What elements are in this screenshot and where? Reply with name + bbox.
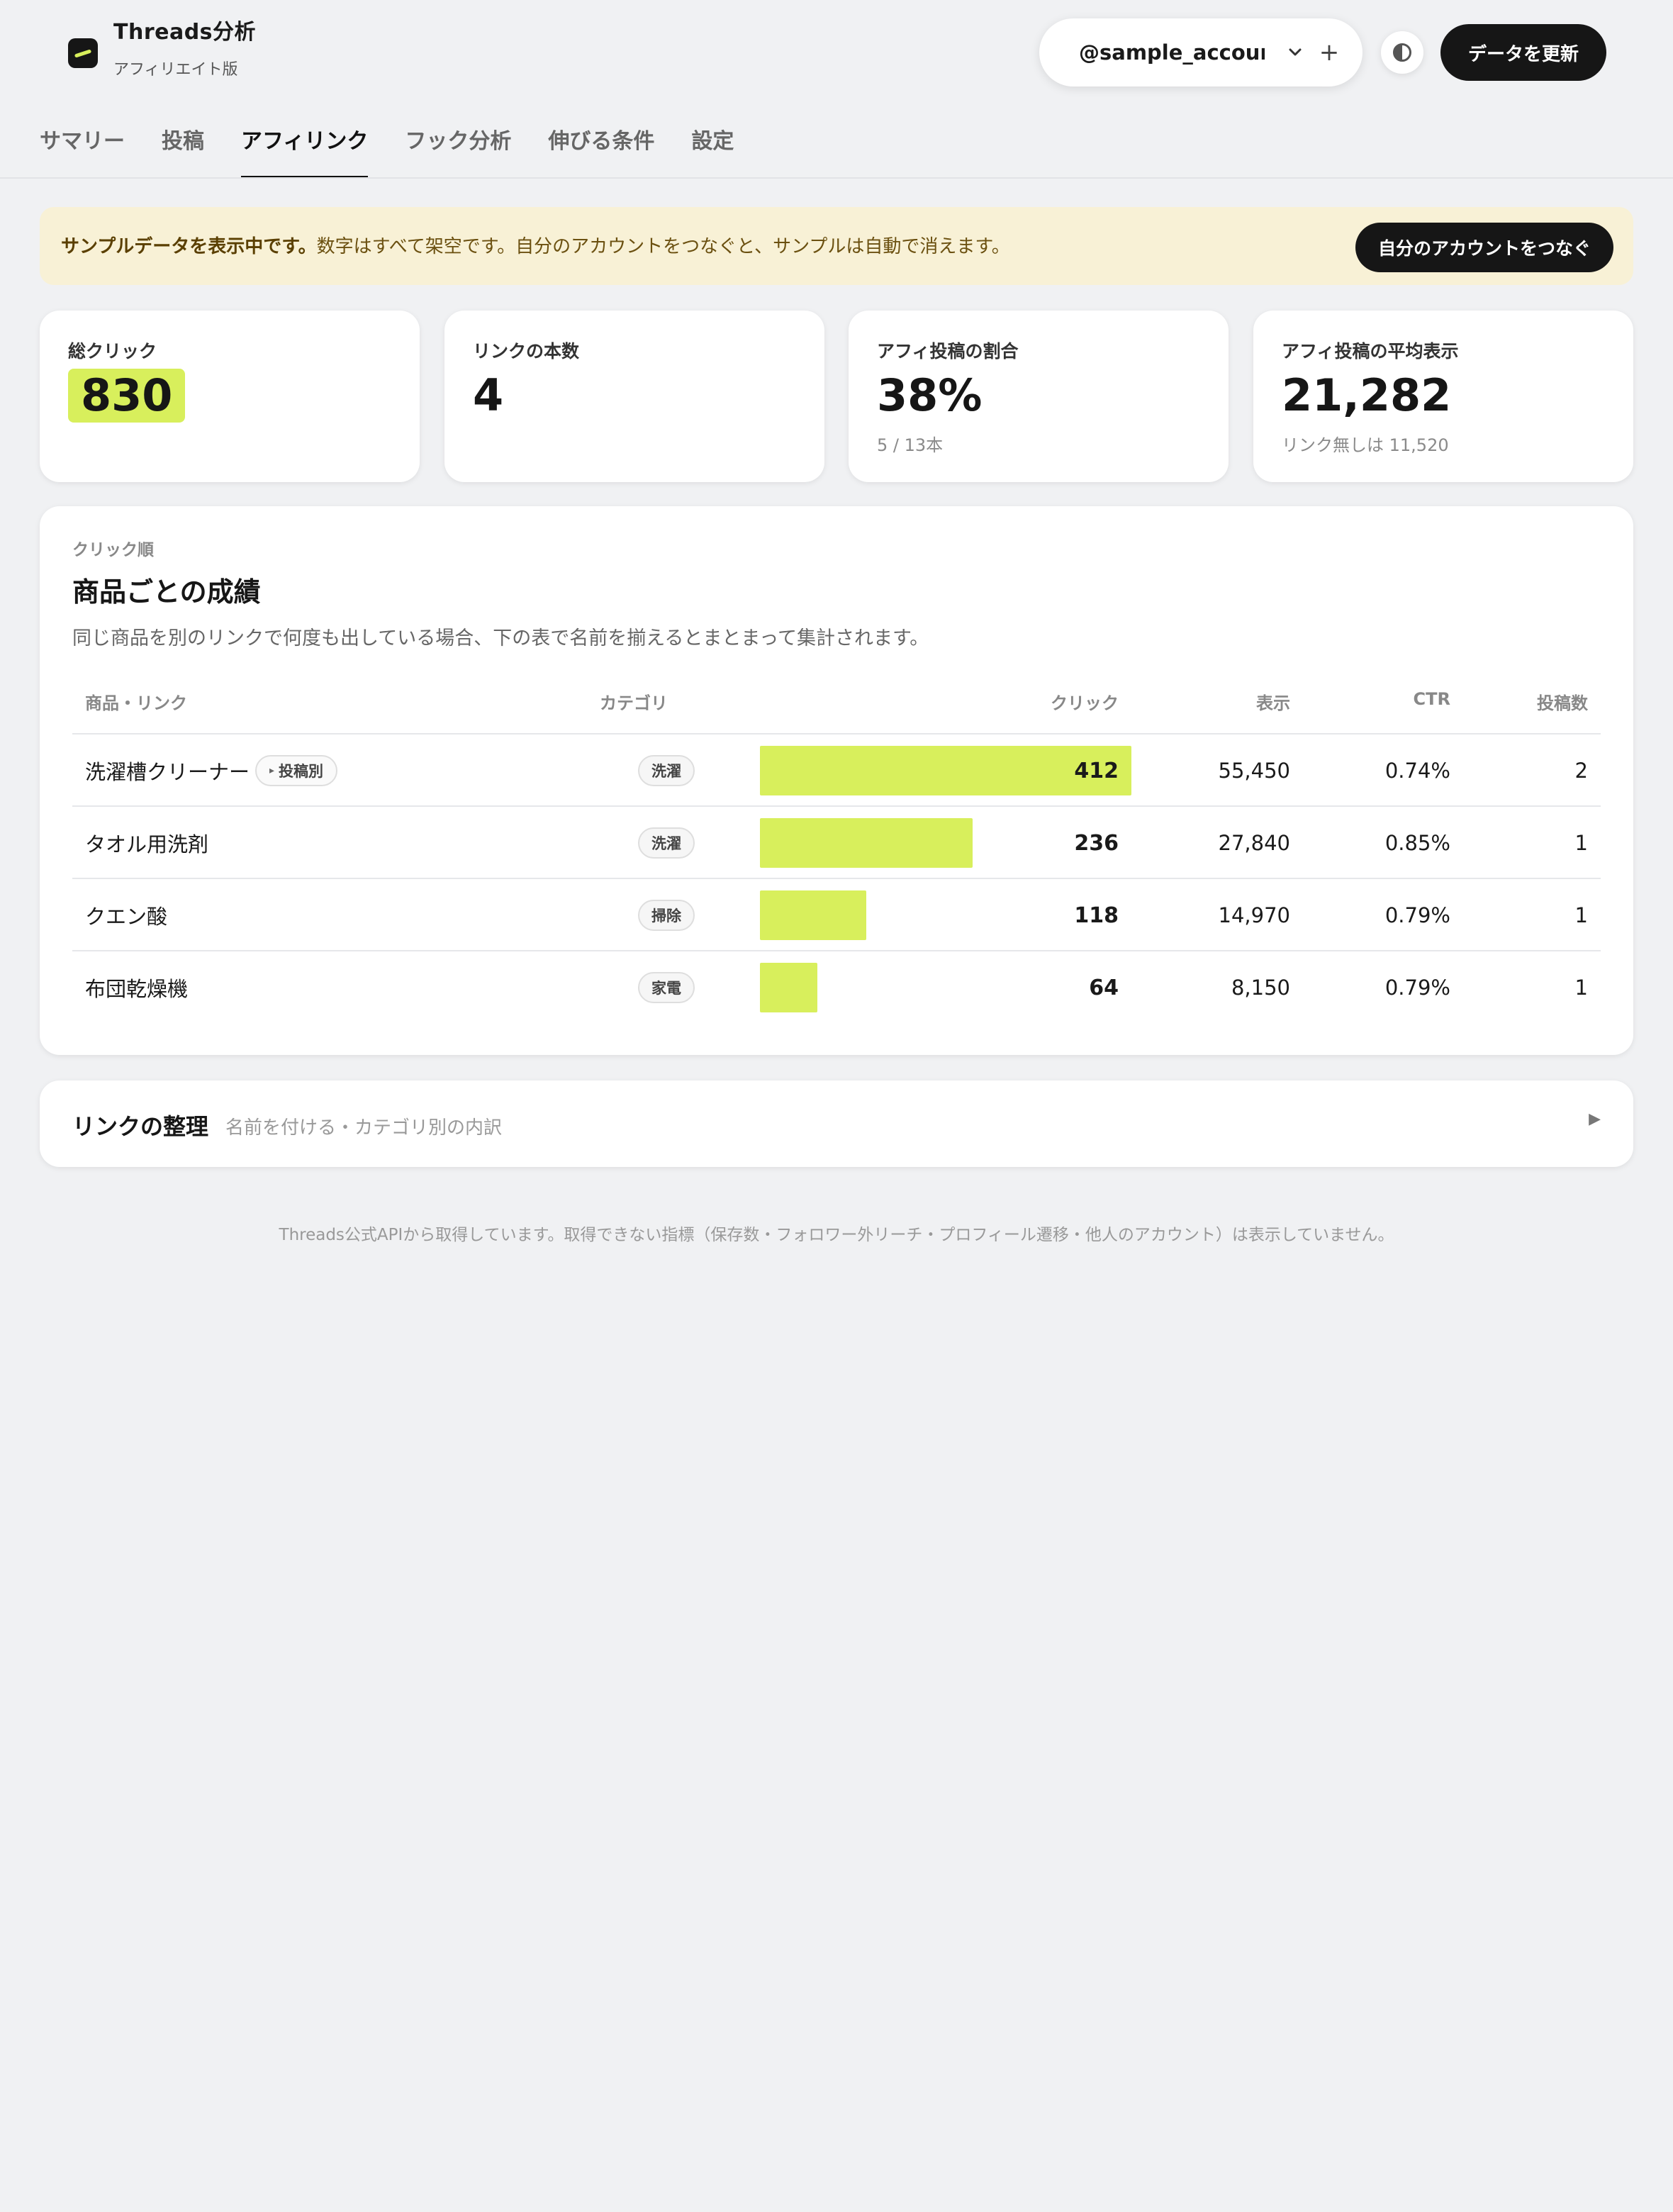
- banner-message: サンプルデータを表示中です。数字はすべて架空です。自分のアカウントをつなぐと、サ…: [61, 233, 1010, 261]
- theme-toggle-button[interactable]: [1381, 31, 1423, 74]
- link-organizer-title: リンクの整理: [72, 1113, 209, 1140]
- table-row[interactable]: タオル用洗剤 洗濯 236 27,840 0.85% 1: [72, 805, 1601, 878]
- link-organizer-subtitle: 名前を付ける・カテゴリ別の内訳: [225, 1117, 503, 1139]
- posts-count-value: 2: [1574, 759, 1588, 783]
- sample-data-banner: サンプルデータを表示中です。数字はすべて架空です。自分のアカウントをつなぐと、サ…: [40, 207, 1633, 285]
- stat-card-avg-impressions: アフィ投稿の平均表示 21,282 リンク無しは 11,520: [1253, 311, 1633, 482]
- account-switcher[interactable]: @sample_account +: [1039, 18, 1363, 86]
- ctr-value: 0.85%: [1384, 831, 1450, 855]
- app-logo-icon: [68, 38, 98, 68]
- stat-value: 21,282: [1282, 369, 1452, 421]
- impressions-value: 14,970: [1218, 903, 1290, 927]
- col-header-ctr[interactable]: CTR: [1414, 689, 1450, 709]
- clicks-value: 118: [1074, 903, 1119, 928]
- category-cell: 洗濯: [638, 734, 695, 807]
- stat-label: リンクの本数: [473, 341, 580, 362]
- table-row[interactable]: 布団乾燥機 家電 64 8,150 0.79% 1: [72, 950, 1601, 1022]
- tab-posts[interactable]: 投稿: [162, 123, 204, 179]
- contrast-icon: [1393, 43, 1411, 62]
- stat-label: アフィ投稿の割合: [877, 341, 1019, 362]
- posts-count-value: 1: [1574, 831, 1588, 855]
- posts-count-value: 1: [1574, 976, 1588, 1000]
- clicks-bar: [760, 818, 973, 868]
- plus-icon[interactable]: +: [1317, 38, 1341, 67]
- chevron-down-icon[interactable]: [1285, 40, 1306, 65]
- table-row[interactable]: 洗濯槽クリーナー ▸ 投稿別 洗濯 412 55,450 0.74% 2: [72, 733, 1601, 805]
- ctr-value: 0.74%: [1384, 759, 1450, 783]
- impressions-value: 55,450: [1218, 759, 1290, 783]
- ctr-value: 0.79%: [1384, 903, 1450, 927]
- col-header-impressions[interactable]: 表示: [1256, 689, 1290, 714]
- col-header-clicks[interactable]: クリック: [1051, 689, 1119, 714]
- app-title: Threads分析: [113, 20, 257, 45]
- stat-card-affiliate-ratio: アフィ投稿の割合 38% 5 / 13本: [849, 311, 1229, 482]
- api-footnote: Threads公式APIから取得しています。取得できない指標（保存数・フォロワー…: [279, 1226, 1394, 1244]
- refresh-data-button[interactable]: データを更新: [1440, 24, 1606, 81]
- product-name-cell: クエン酸: [85, 879, 167, 951]
- col-header-posts[interactable]: 投稿数: [1537, 689, 1588, 714]
- clicks-bar: [760, 890, 866, 940]
- stat-card-link-count: リンクの本数 4: [444, 311, 824, 482]
- posts-count-value: 1: [1574, 903, 1588, 927]
- product-name-cell: 洗濯槽クリーナー ▸ 投稿別: [85, 734, 338, 807]
- triangle-right-icon[interactable]: ▶: [1589, 1110, 1601, 1128]
- impressions-value: 8,150: [1231, 976, 1290, 1000]
- link-organizer-card[interactable]: リンクの整理 名前を付ける・カテゴリ別の内訳 ▶: [40, 1080, 1633, 1167]
- table-row[interactable]: クエン酸 掃除 118 14,970 0.79% 1: [72, 878, 1601, 950]
- ctr-value: 0.79%: [1384, 976, 1450, 1000]
- product-name-cell: 布団乾燥機: [85, 951, 188, 1024]
- app-subtitle: アフィリエイト版: [113, 61, 238, 79]
- stat-sub: 5 / 13本: [877, 435, 944, 455]
- brand: Threads分析 アフィリエイト版: [68, 18, 256, 79]
- category-cell: 家電: [638, 951, 695, 1024]
- category-badge: 洗濯: [638, 827, 695, 859]
- by-post-label: 投稿別: [279, 763, 324, 780]
- clicks-value: 412: [1074, 758, 1119, 783]
- stat-value: 830: [68, 369, 186, 423]
- sort-label: クリック順: [72, 541, 154, 559]
- tab-hook-analysis[interactable]: フック分析: [405, 123, 511, 179]
- product-performance-card: クリック順 商品ごとの成績 同じ商品を別のリンクで何度も出している場合、下の表で…: [40, 506, 1633, 1055]
- tab-affiliate-links[interactable]: アフィリンク: [241, 123, 369, 179]
- triangle-right-icon: ▸: [269, 765, 275, 776]
- tab-settings[interactable]: 設定: [691, 123, 734, 179]
- section-description: 同じ商品を別のリンクで何度も出している場合、下の表で名前を揃えるとまとまって集計…: [72, 627, 929, 649]
- stat-label: アフィ投稿の平均表示: [1282, 341, 1459, 362]
- category-badge: 洗濯: [638, 755, 695, 786]
- col-header-name[interactable]: 商品・リンク: [85, 689, 187, 714]
- stat-value: 4: [473, 369, 504, 421]
- product-name-cell: タオル用洗剤: [85, 807, 208, 879]
- col-header-category[interactable]: カテゴリ: [600, 689, 668, 714]
- tab-summary[interactable]: サマリー: [40, 123, 125, 179]
- product-name: 布団乾燥機: [85, 977, 189, 1001]
- stat-value: 38%: [877, 369, 983, 421]
- section-title: 商品ごとの成績: [72, 576, 261, 608]
- category-badge: 掃除: [638, 900, 695, 931]
- banner-strong-text: サンプルデータを表示中です。: [61, 236, 317, 257]
- category-cell: 掃除: [638, 879, 695, 951]
- by-post-toggle[interactable]: ▸ 投稿別: [255, 755, 338, 786]
- product-name: タオル用洗剤: [85, 832, 209, 856]
- impressions-value: 27,840: [1218, 831, 1290, 855]
- product-name: クエン酸: [85, 905, 168, 929]
- product-name: 洗濯槽クリーナー: [85, 760, 250, 784]
- tab-divider: [0, 177, 1673, 179]
- clicks-value: 236: [1074, 830, 1119, 856]
- connect-account-button[interactable]: 自分のアカウントをつなぐ: [1355, 223, 1613, 272]
- banner-body-text: 数字はすべて架空です。自分のアカウントをつなぐと、サンプルは自動で消えます。: [316, 236, 1010, 257]
- clicks-value: 64: [1089, 975, 1119, 1000]
- app-header: Threads分析 アフィリエイト版 @sample_account + データ…: [0, 0, 1673, 106]
- account-handle[interactable]: @sample_account: [1079, 38, 1265, 67]
- category-badge: 家電: [638, 972, 695, 1003]
- category-cell: 洗濯: [638, 807, 695, 879]
- stat-sub: リンク無しは 11,520: [1282, 435, 1449, 455]
- main-tabs: サマリー 投稿 アフィリンク フック分析 伸びる条件 設定: [40, 123, 771, 179]
- stat-card-total-clicks: 総クリック 830: [40, 311, 420, 482]
- stat-label: 総クリック: [68, 341, 157, 362]
- tab-growth-conditions[interactable]: 伸びる条件: [548, 123, 654, 179]
- clicks-bar: [760, 963, 817, 1012]
